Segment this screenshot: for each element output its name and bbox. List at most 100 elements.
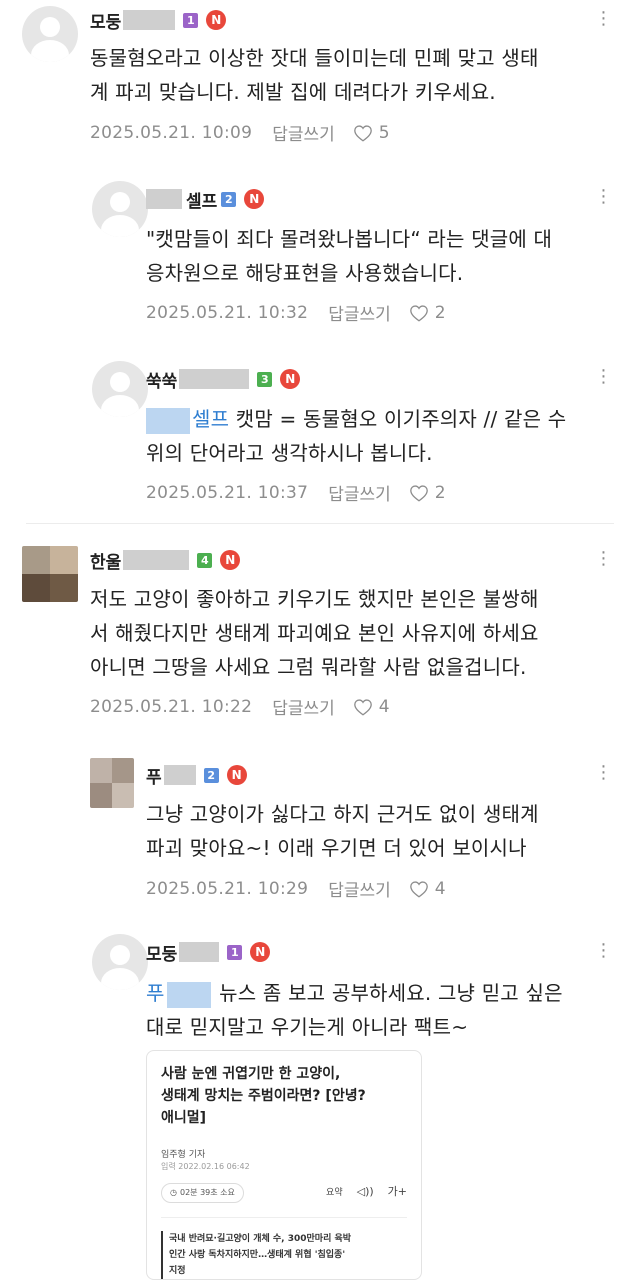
comment-line: 셀프 캣맘 = 동물혐오 이기주의자 // 같은 수 [146,402,566,436]
avatar[interactable] [90,758,134,808]
speaker-icon[interactable]: ◁)) [357,1185,374,1198]
comment-text: 동물혐오라고 이상한 잣대 들이미는데 민폐 맞고 생태 계 파괴 맞습니다. … [90,41,539,109]
new-badge: N [206,10,227,30]
level-badge: 1 [227,944,243,960]
comment-line: 대로 믿지말고 우기는게 아니라 팩트~ [146,1015,469,1039]
level-badge: 2 [221,191,237,207]
comment-meta: 2025.05.21. 10:22 답글쓰기 4 [90,694,390,720]
comment-author-row: 모둥 1 N [90,8,227,33]
reply-button[interactable]: 답글쓰기 [272,120,335,145]
nickname-blur [179,369,250,389]
avatar[interactable] [22,546,78,602]
new-badge: N [244,189,265,209]
summary-icon[interactable]: 요약 [326,1185,343,1198]
like-count: 5 [378,122,390,143]
heart-icon[interactable] [353,124,373,142]
news-title-line: 사람 눈엔 귀엽기만 한 고양이, [161,1066,341,1082]
comment-author-row: 한울 4 N [90,548,241,573]
nickname-blur [123,550,190,570]
author-nickname[interactable]: 모둥 [146,940,177,965]
more-options-icon[interactable]: ⋮ [594,550,614,572]
more-options-icon[interactable]: ⋮ [594,764,614,786]
author-nickname[interactable]: 셀프 [186,187,217,212]
comment-meta: 2025.05.21. 10:32 답글쓰기 2 [146,300,446,326]
reply-button[interactable]: 답글쓰기 [328,480,391,505]
comment-author-row: 셀프 2 N [146,187,265,212]
heart-icon[interactable] [409,880,429,898]
reply-button[interactable]: 답글쓰기 [272,694,335,719]
avatar[interactable] [92,934,148,990]
like-count: 2 [434,302,446,323]
new-badge: N [280,369,301,389]
news-divider [161,1217,407,1218]
comment-date: 2025.05.21. 10:37 [146,482,309,503]
nickname-blur [163,765,196,785]
comment-line: 응차원으로 해당표현을 사용했습니다. [146,261,464,285]
read-time-pill: ◷ 02분 39초 소요 [161,1183,244,1203]
news-toolbar: 요약 ◁)) 가+ [326,1183,407,1199]
avatar[interactable] [22,6,78,62]
comment-line: 파괴 맞아요~! 이래 우기면 더 있어 보이시나 [146,836,527,860]
news-title: 사람 눈엔 귀엽기만 한 고양이, 생태계 망치는 주범이라면? [안녕? 애니… [161,1063,411,1129]
comment-date: 2025.05.21. 10:32 [146,302,309,323]
more-options-icon[interactable]: ⋮ [594,188,614,210]
new-badge: N [250,942,271,962]
more-options-icon[interactable]: ⋮ [594,942,614,964]
heart-icon[interactable] [353,698,373,716]
comment-date: 2025.05.21. 10:09 [90,122,253,143]
comment-line: 동물혐오라고 이상한 잣대 들이미는데 민폐 맞고 생태 [90,46,539,70]
comment-meta: 2025.05.21. 10:09 답글쓰기 5 [90,120,390,146]
nickname-blur [179,942,220,962]
like-count: 4 [434,878,446,899]
mention-link[interactable]: 셀프 [146,402,229,436]
comment-author-row: 푸 2 N [146,763,247,788]
author-nickname[interactable]: 푸 [146,763,162,788]
mention-blur [166,981,211,1008]
more-options-icon[interactable]: ⋮ [594,10,614,32]
news-summary-line: 지정 [169,1266,186,1276]
mention-blur [146,407,190,434]
nickname-blur [123,10,176,30]
comment-line-text: 캣맘 = 동물혐오 이기주의자 // 같은 수 [229,407,567,431]
comment-line: 그냥 고양이가 싫다고 하지 근거도 없이 생태계 [146,802,539,826]
author-nickname[interactable]: 한울 [90,548,121,573]
news-author: 임주형 기자 [161,1150,206,1160]
author-nickname[interactable]: 쑥쑥 [146,367,177,392]
like-count: 4 [378,696,390,717]
level-badge: 1 [183,12,199,28]
level-badge: 3 [257,371,273,387]
reply-button[interactable]: 답글쓰기 [328,876,391,901]
read-time-text: 02분 39초 소요 [179,1188,235,1197]
avatar[interactable] [92,361,148,417]
mention-name: 푸 [146,981,165,1005]
comment-line: 아니면 그땅을 사세요 그럼 뭐라할 사람 없을겁니다. [90,655,527,679]
news-published-date: 입력 2022.02.16 06:42 [161,1162,250,1171]
comment-line: 위의 단어라고 생각하시나 봅니다. [146,441,433,465]
mention-name: 셀프 [192,407,230,431]
comment-divider [26,523,614,524]
comment-text: 저도 고양이 좋아하고 키우기도 했지만 본인은 불쌍해 서 해줬다지만 생태계… [90,582,539,684]
reply-button[interactable]: 답글쓰기 [328,300,391,325]
news-title-line: 애니멀] [161,1110,207,1126]
news-article-card[interactable]: 사람 눈엔 귀엽기만 한 고양이, 생태계 망치는 주범이라면? [안녕? 애니… [146,1050,422,1280]
news-title-line: 생태계 망치는 주범이라면? [안녕? [161,1088,366,1104]
mention-link[interactable]: 푸 [146,976,213,1010]
font-size-icon[interactable]: 가+ [388,1183,407,1199]
level-badge: 2 [203,767,219,783]
nickname-blur [146,189,182,209]
more-options-icon[interactable]: ⋮ [594,368,614,390]
comment-line: "캣맘들이 죄다 몰려왔나봅니다“ 라는 댓글에 대 [146,227,553,251]
news-summary: 국내 반려묘·길고양이 개체 수, 300만마리 육박 인간 사랑 독차지하지만… [161,1231,411,1279]
comment-line: 서 해줬다지만 생태계 파괴예요 본인 사유지에 하세요 [90,621,539,645]
heart-icon[interactable] [409,484,429,502]
news-summary-line: 인간 사랑 독차지하지만…생태계 위협 '침입종' [169,1250,346,1260]
comment-date: 2025.05.21. 10:29 [146,878,309,899]
comment-meta: 2025.05.21. 10:29 답글쓰기 4 [146,876,446,902]
level-badge: 4 [197,552,213,568]
comment-date: 2025.05.21. 10:22 [90,696,253,717]
avatar[interactable] [92,181,148,237]
author-nickname[interactable]: 모둥 [90,8,121,33]
heart-icon[interactable] [409,304,429,322]
like-count: 2 [434,482,446,503]
comment-line: 저도 고양이 좋아하고 키우기도 했지만 본인은 불쌍해 [90,587,539,611]
